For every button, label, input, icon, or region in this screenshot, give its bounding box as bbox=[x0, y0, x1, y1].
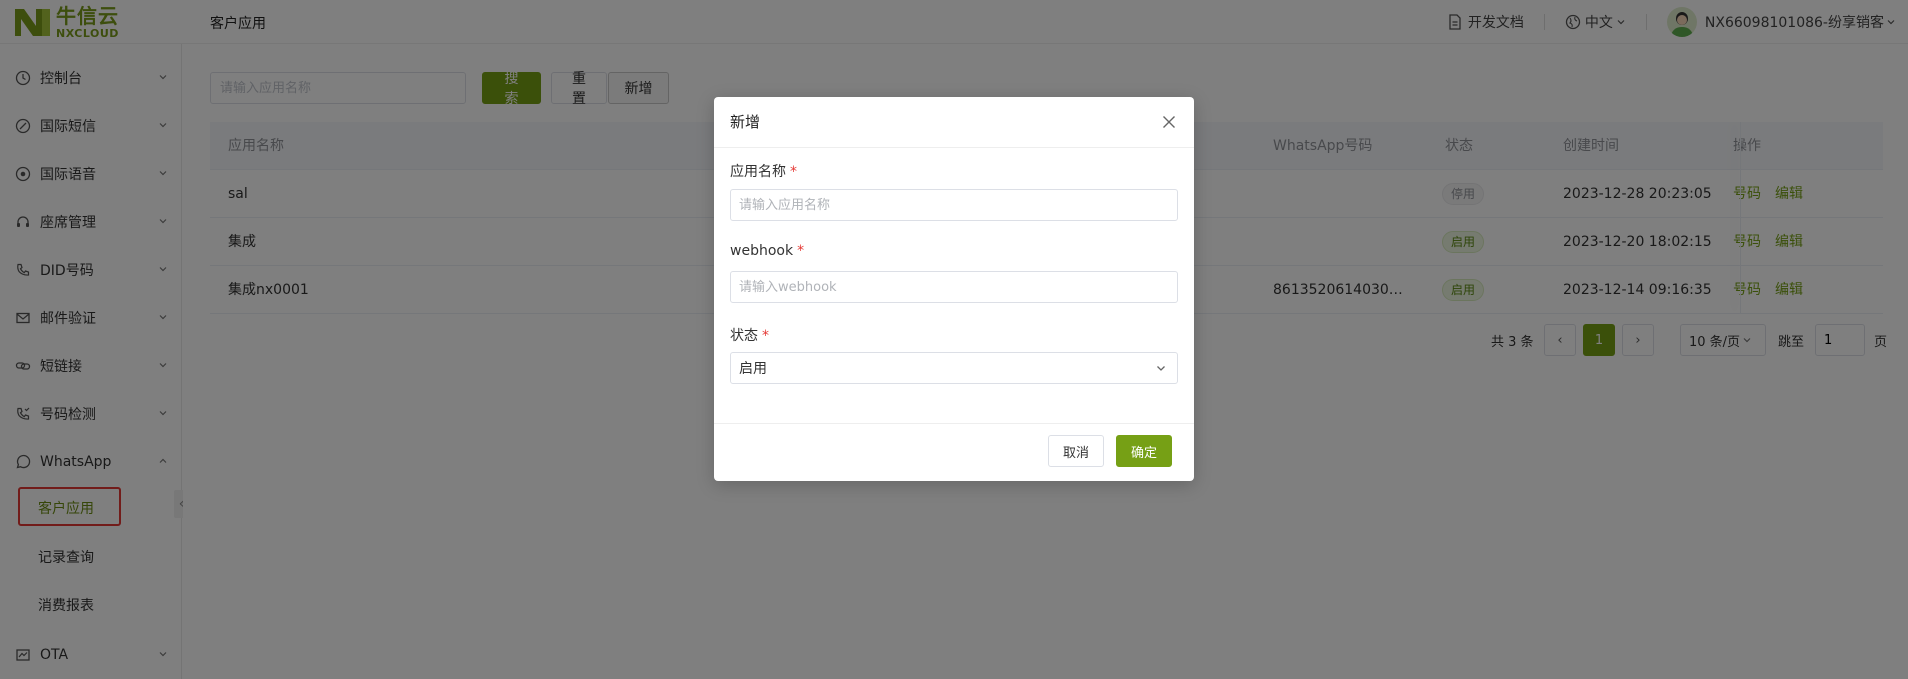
chevron-down-icon bbox=[1157, 366, 1165, 371]
webhook-label: webhook * bbox=[730, 243, 805, 259]
status-label: 状态 * bbox=[730, 328, 769, 344]
required-mark: * bbox=[762, 328, 769, 344]
dialog-title: 新增 bbox=[730, 113, 761, 131]
required-mark: * bbox=[790, 164, 797, 180]
status-select[interactable]: 启用 bbox=[730, 352, 1178, 384]
add-app-dialog: 新增 应用名称* webhook* 状态* 启用 取消 确定 bbox=[714, 97, 1194, 481]
app-name-input[interactable] bbox=[730, 189, 1178, 221]
app-name-label: 应用名称 * bbox=[730, 164, 797, 180]
dialog-header: 新增 bbox=[714, 97, 1194, 148]
close-icon[interactable] bbox=[1160, 113, 1178, 131]
webhook-input[interactable] bbox=[730, 271, 1178, 303]
dialog-footer: 取消 确定 bbox=[714, 423, 1194, 481]
status-select-value: 启用 bbox=[739, 361, 767, 377]
cancel-button[interactable]: 取消 bbox=[1048, 435, 1105, 467]
confirm-button[interactable]: 确定 bbox=[1116, 435, 1173, 467]
required-mark: * bbox=[797, 243, 805, 259]
